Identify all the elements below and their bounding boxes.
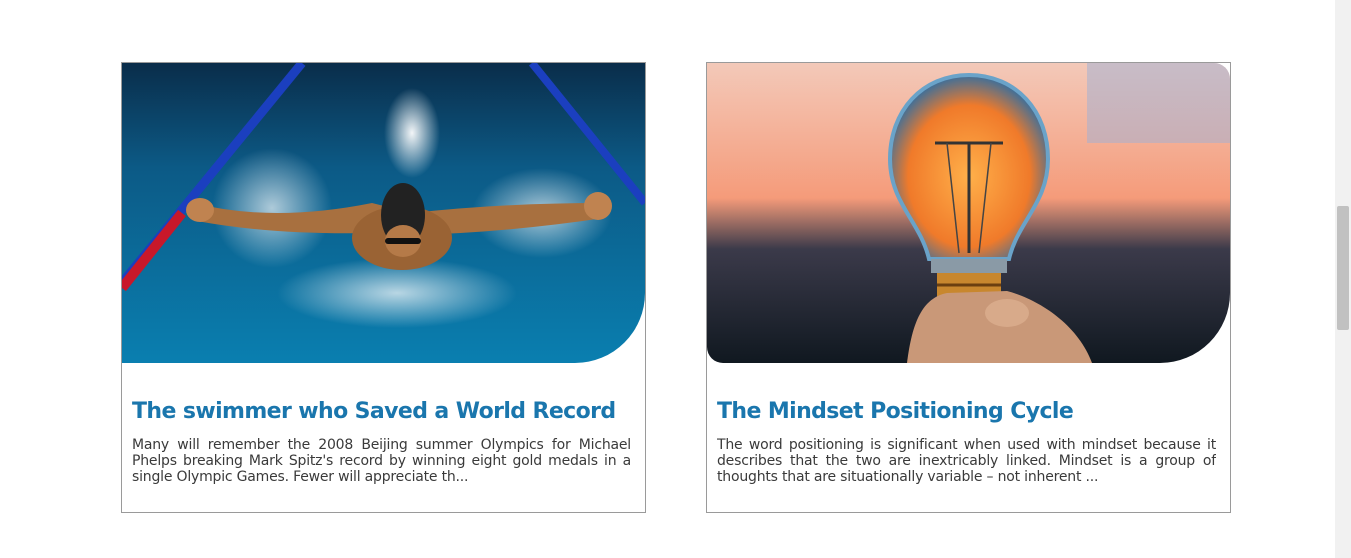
lightbulb-photo [707, 63, 1230, 363]
article-thumbnail[interactable] [122, 63, 645, 363]
blog-card-grid: The swimmer who Saved a World Record Man… [0, 0, 1335, 558]
article-excerpt: The word positioning is significant when… [717, 437, 1216, 485]
vertical-scrollbar[interactable] [1335, 0, 1351, 558]
article-title[interactable]: The swimmer who Saved a World Record [132, 399, 635, 424]
article-card[interactable]: The swimmer who Saved a World Record Man… [121, 62, 646, 513]
scrollbar-thumb[interactable] [1337, 206, 1349, 330]
article-excerpt: Many will remember the 2008 Beijing summ… [132, 437, 631, 485]
article-title[interactable]: The Mindset Positioning Cycle [717, 399, 1220, 424]
article-card[interactable]: The Mindset Positioning Cycle The word p… [706, 62, 1231, 513]
article-thumbnail[interactable] [707, 63, 1230, 363]
swimmer-photo [122, 63, 645, 363]
